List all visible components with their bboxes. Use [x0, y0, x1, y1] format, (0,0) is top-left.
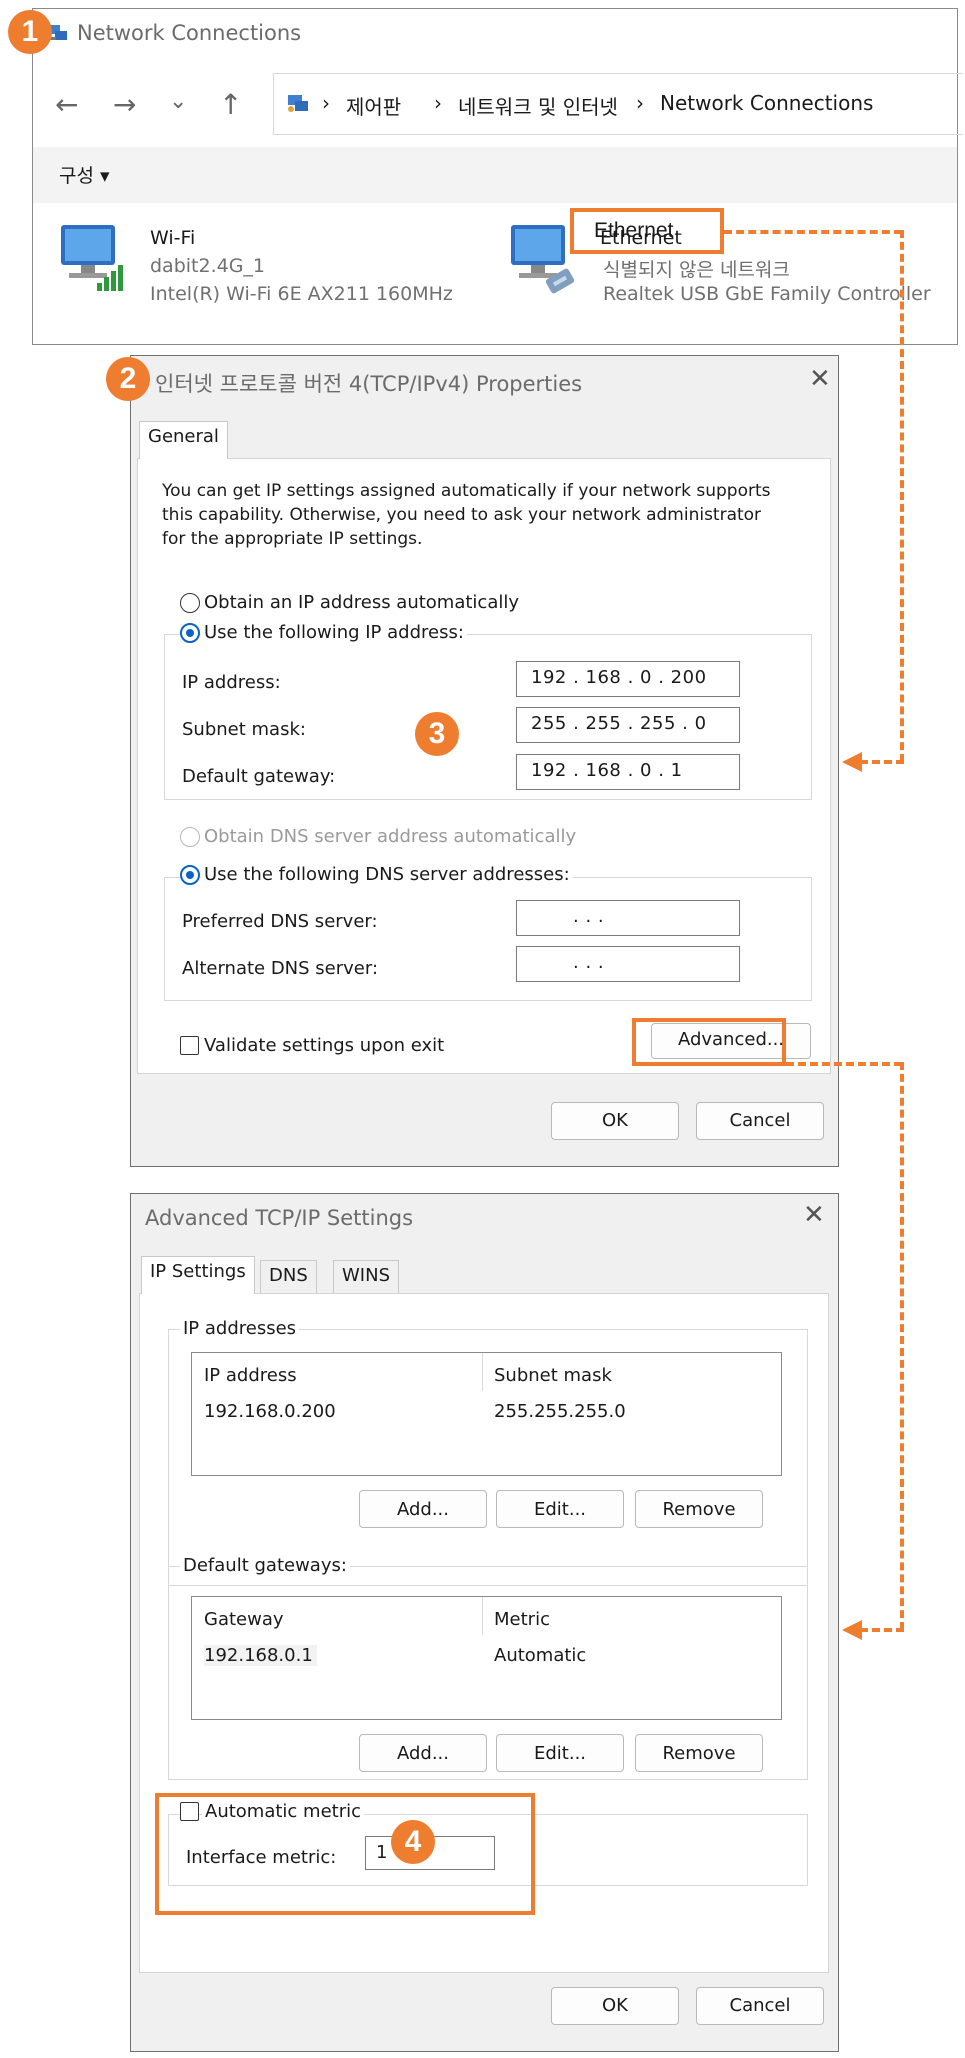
use-dns-radio[interactable]: [180, 865, 200, 885]
close-icon[interactable]: ✕: [803, 1202, 825, 1228]
gateway-list[interactable]: Gateway Metric 192.168.0.1 Automatic: [191, 1596, 782, 1720]
metric-cell: Automatic: [494, 1645, 587, 1666]
gateway-cell: 192.168.0.1: [204, 1645, 317, 1666]
ok-button[interactable]: OK: [551, 1987, 679, 2025]
default-gateways-group-label: Default gateways:: [180, 1555, 350, 1576]
table-row[interactable]: 192.168.0.200 255.255.255.0: [192, 1393, 781, 1429]
connector-line: [900, 1062, 904, 1630]
network-connections-window: Network Connections ← → ⌄ ↑ › 제어판 › 네트워크…: [32, 8, 963, 345]
step-badge-2: 2: [106, 357, 150, 401]
connector-arrow-icon: [842, 752, 862, 772]
use-ip-label: Use the following IP address:: [201, 622, 467, 643]
gateway-add-button[interactable]: Add...: [359, 1734, 487, 1772]
connector-arrow-icon: [842, 1620, 862, 1640]
ip-edit-button[interactable]: Edit...: [496, 1490, 624, 1528]
wifi-adapter-icon: [53, 221, 133, 301]
obtain-ip-radio[interactable]: [180, 593, 200, 613]
cancel-button[interactable]: Cancel: [696, 1102, 824, 1140]
cancel-button[interactable]: Cancel: [696, 1987, 824, 2025]
close-icon[interactable]: ✕: [809, 366, 831, 392]
dialog-title: 인터넷 프로토콜 버전 4(TCP/IPv4) Properties: [155, 372, 583, 396]
breadcrumb-network-internet[interactable]: 네트워크 및 인터넷: [458, 91, 618, 120]
adapter-network: 식별되지 않은 네트워크: [603, 259, 790, 281]
column-divider: [482, 1353, 483, 1391]
use-ip-radio[interactable]: [180, 623, 200, 643]
breadcrumb-control-panel[interactable]: 제어판: [346, 91, 401, 120]
ip-address-list[interactable]: IP address Subnet mask 192.168.0.200 255…: [191, 1352, 782, 1476]
connector-line: [786, 1062, 902, 1066]
general-tab-panel: You can get IP settings assigned automat…: [137, 458, 831, 1074]
column-header-ip[interactable]: IP address: [204, 1365, 297, 1386]
adapter-device: Realtek USB GbE Family Controller: [603, 283, 931, 305]
ip-address-label: IP address:: [182, 672, 281, 693]
metric-highlight: [155, 1793, 535, 1915]
breadcrumb-network-connections[interactable]: Network Connections: [660, 91, 873, 115]
command-bar: 구성 ▾: [33, 147, 957, 203]
advanced-highlight: [632, 1018, 786, 1066]
ethernet-highlight-label: Ethernet: [594, 219, 674, 242]
tab-general[interactable]: General: [139, 421, 228, 459]
automatic-metric-checkbox[interactable]: [180, 1802, 199, 1821]
adapter-device: Intel(R) Wi-Fi 6E AX211 160MHz: [150, 283, 453, 305]
column-header-metric[interactable]: Metric: [494, 1609, 550, 1630]
tab-ip-settings[interactable]: IP Settings: [141, 1256, 255, 1294]
validate-checkbox[interactable]: [180, 1036, 199, 1055]
subnet-mask-input[interactable]: 255 . 255 . 255 . 0: [516, 707, 740, 743]
ip-cell: 192.168.0.200: [204, 1401, 336, 1422]
dns-group: [164, 877, 812, 1001]
default-gateway-input[interactable]: 192 . 168 . 0 . 1: [516, 754, 740, 790]
back-arrow-icon[interactable]: ←: [55, 91, 78, 119]
subnet-cell: 255.255.255.0: [494, 1401, 626, 1422]
ip-add-button[interactable]: Add...: [359, 1490, 487, 1528]
description-line-2: this capability. Otherwise, you need to …: [162, 505, 762, 525]
description-line-1: You can get IP settings assigned automat…: [162, 481, 771, 501]
ip-address-input[interactable]: 192 . 168 . 0 . 200: [516, 661, 740, 697]
subnet-mask-label: Subnet mask:: [182, 719, 306, 740]
alternate-dns-input[interactable]: . . .: [516, 946, 740, 982]
table-row[interactable]: 192.168.0.1 Automatic: [192, 1637, 781, 1673]
chevron-down-icon[interactable]: ⌄: [169, 91, 187, 113]
preferred-dns-label: Preferred DNS server:: [182, 911, 378, 932]
column-divider: [482, 1597, 483, 1635]
obtain-dns-label: Obtain DNS server address automatically: [204, 826, 577, 847]
obtain-ip-label: Obtain an IP address automatically: [204, 592, 520, 613]
step-badge-4: 4: [391, 1820, 435, 1864]
step-badge-1: 1: [8, 10, 52, 54]
step-badge-3: 3: [415, 712, 459, 756]
up-arrow-icon[interactable]: ↑: [219, 91, 242, 119]
dialog-title: Advanced TCP/IP Settings: [145, 1206, 414, 1230]
connector-line: [724, 230, 902, 234]
breadcrumb-separator: ›: [322, 91, 330, 115]
column-header-subnet[interactable]: Subnet mask: [494, 1365, 612, 1386]
connector-line: [860, 760, 904, 764]
alternate-dns-label: Alternate DNS server:: [182, 958, 379, 979]
tab-dns[interactable]: DNS: [260, 1260, 317, 1294]
breadcrumb-separator: ›: [434, 91, 442, 115]
ip-remove-button[interactable]: Remove: [635, 1490, 763, 1528]
use-dns-label: Use the following DNS server addresses:: [201, 864, 573, 885]
ip-addresses-group-label: IP addresses: [180, 1318, 300, 1339]
obtain-dns-radio[interactable]: [180, 827, 200, 847]
connector-line: [900, 230, 904, 762]
preferred-dns-input[interactable]: . . .: [516, 900, 740, 936]
ok-button[interactable]: OK: [551, 1102, 679, 1140]
advanced-tcpip-dialog: Advanced TCP/IP Settings ✕ IP Settings D…: [130, 1193, 839, 2052]
control-panel-icon: [286, 92, 310, 118]
adapter-wifi[interactable]: Wi-Fi dabit2.4G_1 Intel(R) Wi-Fi 6E AX21…: [53, 215, 473, 315]
tab-wins[interactable]: WINS: [333, 1260, 399, 1294]
window-title: Network Connections: [77, 21, 302, 45]
breadcrumb-separator: ›: [636, 91, 644, 115]
forward-arrow-icon[interactable]: →: [113, 91, 136, 119]
adapter-network: dabit2.4G_1: [150, 255, 266, 277]
description-line-3: for the appropriate IP settings.: [162, 529, 423, 549]
gateway-edit-button[interactable]: Edit...: [496, 1734, 624, 1772]
address-bar[interactable]: › 제어판 › 네트워크 및 인터넷 › Network Connections: [273, 73, 963, 135]
connector-line: [860, 1628, 904, 1632]
gateway-remove-button[interactable]: Remove: [635, 1734, 763, 1772]
organize-menu-button[interactable]: 구성 ▾: [59, 161, 110, 188]
column-header-gateway[interactable]: Gateway: [204, 1609, 284, 1630]
default-gateway-label: Default gateway:: [182, 766, 336, 787]
adapter-name: Wi-Fi: [150, 227, 196, 249]
validate-label: Validate settings upon exit: [204, 1035, 445, 1056]
